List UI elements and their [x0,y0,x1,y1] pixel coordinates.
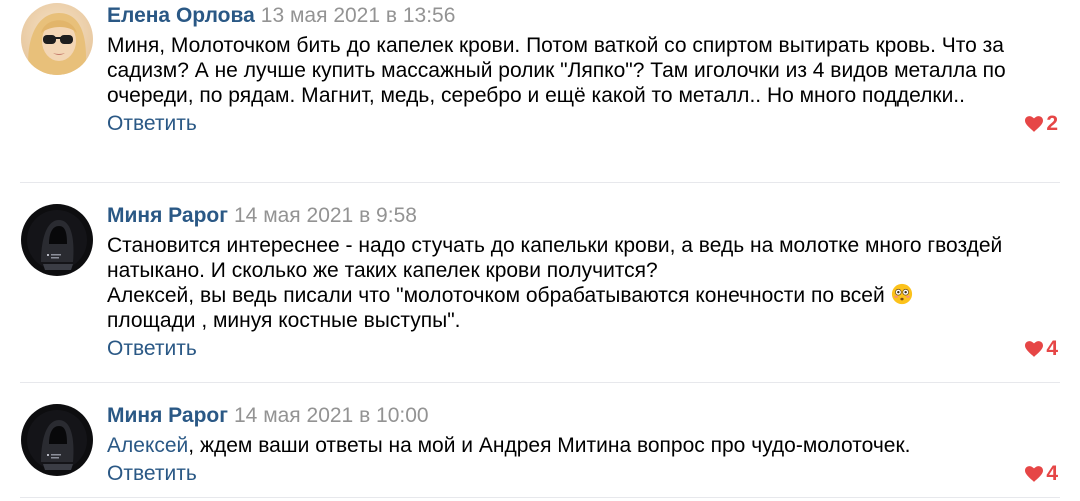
comment-text: Алексей, ждем ваши ответы на мой и Андре… [107,433,1058,458]
avatar[interactable] [21,404,93,476]
hooded-figure-avatar-icon [21,404,93,476]
heart-icon [1025,116,1044,132]
flushed-face-emoji-icon [891,283,912,305]
comment-actions: Ответить 2 [107,110,1058,138]
comment-meta: Миня Рарог 14 мая 2021 в 9:58 [107,202,1058,230]
comment-date[interactable]: 14 мая 2021 в 10:00 [234,404,429,427]
comment-meta: Миня Рарог 14 мая 2021 в 10:00 [107,402,1058,430]
comment-date[interactable]: 14 мая 2021 в 9:58 [234,204,417,227]
comment-text: Миня, Молоточком бить до капелек крови. … [107,33,1058,108]
author-name[interactable]: Миня Рарог [107,204,228,227]
reply-button[interactable]: Ответить [107,337,197,360]
comment-date[interactable]: 13 мая 2021 в 13:56 [261,4,456,27]
comment-meta: Елена Орлова 13 мая 2021 в 13:56 [107,2,1058,30]
comment-divider [20,382,1060,383]
like-count: 4 [1046,337,1058,360]
like-button[interactable]: 4 [1025,335,1058,363]
comment-text-fragment: Алексей, вы ведь писали что "молоточком … [107,284,885,307]
comment-actions: Ответить 4 [107,335,1058,363]
woman-photo-avatar-icon [21,3,93,75]
like-button[interactable]: 2 [1025,110,1058,138]
comment-text-line: Становится интереснее - надо стучать до … [107,234,1003,282]
heart-icon [1025,466,1044,482]
comment-actions: Ответить 4 [107,460,1058,488]
comment-divider [20,497,1060,498]
mention-link[interactable]: Алексей [107,434,188,457]
comment-text-line: площади , минуя костные выступы". [107,309,461,332]
reply-button[interactable]: Ответить [107,462,197,485]
comment-text-fragment: , ждем ваши ответы на мой и Андрея Митин… [188,434,911,457]
comment-text: Становится интереснее - надо стучать до … [107,233,1058,333]
reply-button[interactable]: Ответить [107,112,197,135]
like-count: 2 [1046,112,1058,135]
comment-divider [20,182,1060,183]
avatar[interactable] [21,3,93,75]
avatar[interactable] [21,204,93,276]
comment-text-line: Алексей, ждем ваши ответы на мой и Андре… [107,433,1058,458]
author-name[interactable]: Миня Рарог [107,404,228,427]
hooded-figure-avatar-icon [21,204,93,276]
like-count: 4 [1046,462,1058,485]
comment-text-line: Миня, Молоточком бить до капелек крови. … [107,34,1006,107]
author-name[interactable]: Елена Орлова [107,4,255,27]
heart-icon [1025,341,1044,357]
comment-text-line: Алексей, вы ведь писали что "молоточком … [107,283,1058,308]
like-button[interactable]: 4 [1025,460,1058,488]
